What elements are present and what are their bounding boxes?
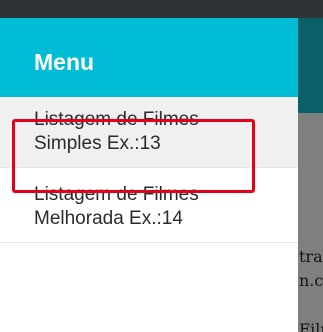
menu-item-label: Listagem de Filmes Melhorada Ex.:14: [34, 184, 199, 229]
drawer-title: Menu: [34, 49, 95, 75]
page-background-overlay[interactable]: tra n.co Film: [298, 18, 323, 332]
menu-item-listagem-simples[interactable]: Listagem de Filmes Simples Ex.:13: [0, 97, 298, 168]
page-text-fragment: Film: [299, 320, 323, 332]
menu-item-label: Listagem de Filmes Simples Ex.:13: [34, 109, 199, 154]
page-header-background: [298, 18, 323, 113]
page-text-fragment: tra: [299, 247, 323, 266]
page-text-fragment: n.co: [299, 271, 323, 290]
window-top-bar: [0, 0, 323, 18]
menu-item-listagem-melhorada[interactable]: Listagem de Filmes Melhorada Ex.:14: [0, 172, 298, 243]
